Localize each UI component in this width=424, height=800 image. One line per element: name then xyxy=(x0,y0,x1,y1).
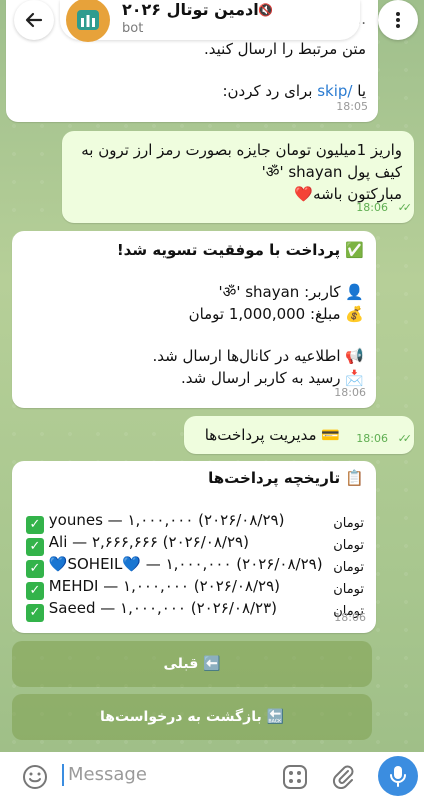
message-input[interactable]: Message xyxy=(62,764,147,786)
message-text: 👤 کاربر: ॐ' shayan' xyxy=(218,283,364,301)
arrow-left-icon xyxy=(25,12,43,28)
read-ticks-icon: ✓✓ xyxy=(397,201,413,214)
read-ticks-icon: ✓✓ xyxy=(397,432,413,445)
voice-message-button[interactable] xyxy=(378,756,418,796)
more-options-button[interactable] xyxy=(378,0,418,40)
message-payment-success: ✅ پرداخت با موفقیت تسویه شد! 👤 کاربر: ॐ'… xyxy=(12,231,376,408)
microphone-icon xyxy=(390,766,406,787)
bot-keyboard-icon[interactable] xyxy=(282,764,308,790)
message-composer: Message xyxy=(0,752,424,800)
avatar[interactable] xyxy=(66,0,110,42)
back-button[interactable] xyxy=(14,0,54,40)
chat-title: ادمین توتال ۲۰۲۶ xyxy=(122,0,259,19)
history-row: ✓ Saeed — ۱,۰۰۰,۰۰۰ (۲۰۲۶/۰۸/۲۳) xyxy=(26,597,277,622)
attach-icon[interactable] xyxy=(330,763,356,789)
message-text: 💰 مبلغ: 1,000,000 تومان xyxy=(188,305,364,323)
message-time: 18:05 xyxy=(336,100,368,113)
chat-subtitle: bot xyxy=(122,21,144,36)
message-time: 18:06 xyxy=(356,432,388,445)
message-text: واریز 1میلیون تومان جایزه بصورت رمز ارز … xyxy=(81,141,402,159)
message-title: ✅ پرداخت با موفقیت تسویه شد! xyxy=(116,241,364,259)
chat-header: ادمین توتال ۲۰۲۶ 🔇 bot xyxy=(0,0,424,42)
muted-icon: 🔇 xyxy=(258,3,273,17)
message-outgoing-manage-payments: 💳 مدیریت پرداخت‌ها 18:06 ✓✓ xyxy=(184,416,414,454)
currency-label: تومان xyxy=(333,516,364,531)
chat-title-area[interactable]: ادمین توتال ۲۰۲۶ 🔇 bot xyxy=(60,0,360,42)
message-text: متن مرتبط را ارسال کنید. xyxy=(204,40,366,58)
emoji-icon[interactable] xyxy=(22,764,48,790)
message-outgoing-announcement: واریز 1میلیون تومان جایزه بصورت رمز ارز … xyxy=(62,131,414,223)
keyboard-button-label: 🔙 بازگشت به درخواست‌ها xyxy=(99,709,285,725)
message-text: 📢 اطلاعیه در کانال‌ها ارسال شد. xyxy=(152,347,364,365)
message-text: 💳 مدیریت پرداخت‌ها xyxy=(204,426,340,444)
message-payment-history: 📋 تاریخچه پرداخت‌ها ✓ younes — ۱,۰۰۰,۰۰۰… xyxy=(12,461,376,633)
check-icon: ✓ xyxy=(26,604,44,622)
keyboard-button-label: ⬅️ قبلی xyxy=(163,656,221,672)
currency-label: تومان xyxy=(333,582,364,597)
message-time: 18:06 xyxy=(334,611,366,624)
message-title: 📋 تاریخچه پرداخت‌ها xyxy=(208,469,364,487)
message-time: 18:06 xyxy=(356,201,388,214)
currency-label: تومان xyxy=(333,560,364,575)
message-text: کیف پول ॐ' shayan' xyxy=(261,163,402,181)
more-vertical-icon xyxy=(396,12,400,28)
keyboard-back-to-requests-button[interactable]: 🔙 بازگشت به درخواست‌ها xyxy=(12,694,372,740)
currency-label: تومان xyxy=(333,538,364,553)
bot-logo-icon xyxy=(77,10,99,30)
keyboard-prev-button[interactable]: ⬅️ قبلی xyxy=(12,641,372,687)
message-time: 18:06 xyxy=(334,386,366,399)
